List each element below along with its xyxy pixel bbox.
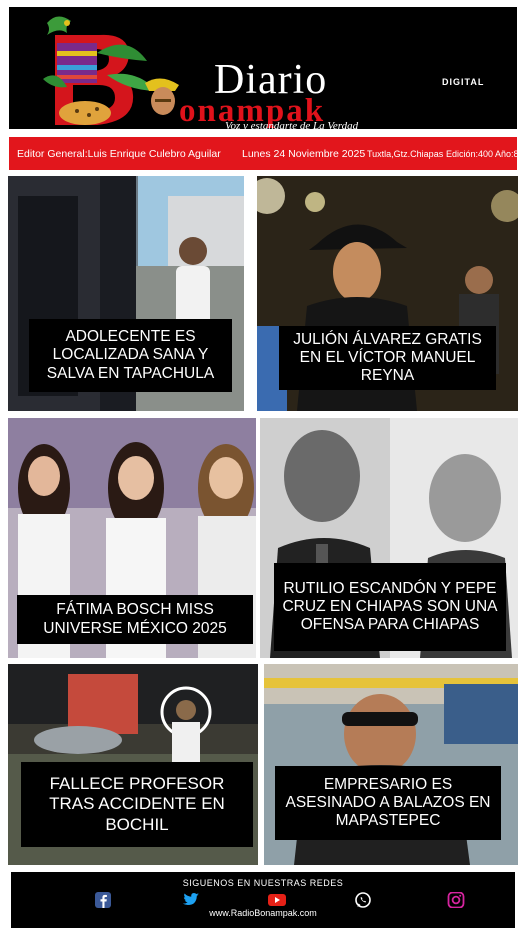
news-card[interactable]: FÁTIMA BOSCH MISS UNIVERSE MÉXICO 2025: [8, 418, 256, 658]
social-footer: SIGUENOS EN NUESTRAS REDES www.RadioBona…: [11, 872, 515, 928]
news-card[interactable]: RUTILIO ESCANDÓN Y PEPE CRUZ EN CHIAPAS …: [260, 418, 518, 658]
instagram-icon[interactable]: [447, 892, 465, 908]
issue-date: Lunes 24 Noviembre 2025: [242, 148, 366, 160]
youtube-icon[interactable]: [268, 892, 286, 908]
brand-tagline: Voz y estandarte de La Verdad: [225, 120, 359, 130]
masthead: Diario DIGITAL onampak Voz y estandarte …: [9, 7, 517, 129]
twitter-icon[interactable]: [182, 892, 200, 908]
news-headline: ADOLECENTE ES LOCALIZADA SANA Y SALVA EN…: [29, 319, 232, 392]
issue-edition: Edición:400 Año:8: [446, 149, 519, 159]
bonampak-logo-art: [43, 16, 179, 125]
news-card[interactable]: ADOLECENTE ES LOCALIZADA SANA Y SALVA EN…: [8, 176, 244, 411]
issue-location: Tuxtla,Gtz.Chiapas: [367, 149, 444, 159]
website-link[interactable]: www.RadioBonampak.com: [11, 908, 515, 918]
news-headline: FÁTIMA BOSCH MISS UNIVERSE MÉXICO 2025: [17, 595, 253, 644]
news-headline: JULIÓN ÁLVAREZ GRATIS EN EL VÍCTOR MANUE…: [279, 326, 496, 390]
news-card[interactable]: FALLECE PROFESOR TRAS ACCIDENTE EN BOCHI…: [8, 664, 258, 865]
follow-us-text: SIGUENOS EN NUESTRAS REDES: [182, 878, 344, 888]
info-bar: Editor General:Luis Enrique Culebro Agui…: [9, 137, 519, 170]
news-headline: EMPRESARIO ES ASESINADO A BALAZOS EN MAP…: [275, 766, 501, 840]
whatsapp-icon[interactable]: [354, 892, 372, 908]
news-headline: RUTILIO ESCANDÓN Y PEPE CRUZ EN CHIAPAS …: [274, 563, 506, 651]
brand-digital-label: DIGITAL: [442, 77, 485, 87]
news-card[interactable]: EMPRESARIO ES ASESINADO A BALAZOS EN MAP…: [264, 664, 518, 865]
editor-credit: Editor General:Luis Enrique Culebro Agui…: [17, 148, 221, 160]
news-card[interactable]: JULIÓN ÁLVAREZ GRATIS EN EL VÍCTOR MANUE…: [257, 176, 518, 411]
news-headline: FALLECE PROFESOR TRAS ACCIDENTE EN BOCHI…: [21, 762, 253, 847]
facebook-icon[interactable]: [94, 892, 112, 908]
